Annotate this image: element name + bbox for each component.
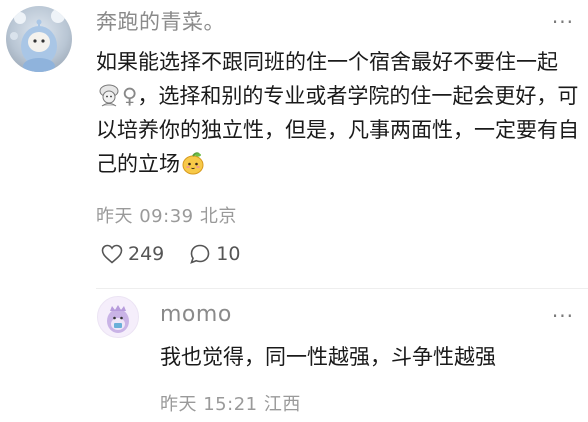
woman-with-turban-emoji (99, 84, 119, 107)
like-button[interactable]: 249 (100, 242, 164, 266)
reply-location: 江西 (263, 394, 301, 415)
more-dots-icon[interactable]: ··· (552, 10, 574, 34)
like-count: 249 (128, 243, 165, 265)
reply-meta: 昨天 15:21 江西 (160, 390, 301, 416)
reply-text: 我也觉得，同一性越强，斗争性越强 (160, 345, 496, 369)
avatar[interactable] (6, 6, 72, 72)
comment-actions: 249 10 (100, 242, 240, 266)
divider (96, 288, 588, 289)
comment-bubble-icon (190, 244, 210, 264)
mango-face-emoji (182, 152, 204, 175)
comment-text-part2: ，选择和别的专业或者学院的住一起会更好，可以培养你的独立性，但是，凡事两面性，一… (96, 84, 579, 176)
avatar-image (10, 9, 65, 72)
female-sign-icon: ♀ (122, 84, 138, 108)
reply-count: 10 (216, 243, 241, 265)
comment-username[interactable]: 奔跑的青菜。 (96, 6, 225, 36)
reply-time: 昨天 15:21 (160, 394, 258, 415)
comment-meta: 昨天 09:39 北京 (96, 202, 237, 228)
heart-icon (101, 244, 123, 264)
comment-location: 北京 (199, 206, 237, 227)
comment-time: 昨天 09:39 (96, 206, 194, 227)
more-dots-icon[interactable]: ··· (552, 304, 574, 328)
comment-text-part1: 如果能选择不跟同班的住一个宿舍最好不要住一起 (96, 50, 558, 74)
reply-avatar[interactable] (97, 296, 139, 338)
comment-text: 如果能选择不跟同班的住一个宿舍最好不要住一起 ♀，选择和别的专业或者学院的住一起会… (96, 45, 580, 181)
reply-button[interactable]: 10 (188, 242, 240, 266)
dinosaur-avatar-image (107, 305, 129, 333)
reply-username[interactable]: momo (160, 302, 232, 327)
